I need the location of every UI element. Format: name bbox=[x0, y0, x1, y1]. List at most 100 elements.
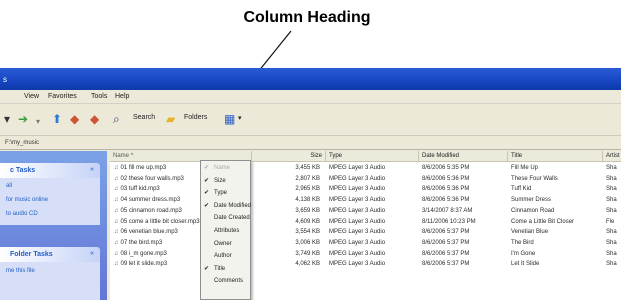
column-header-title[interactable]: Title bbox=[508, 151, 603, 162]
cell-artist: Sha bbox=[606, 186, 617, 193]
annotation-title: Column Heading bbox=[243, 9, 371, 26]
column-header-artist[interactable]: Artist bbox=[603, 151, 621, 162]
cell-type: MPEG Layer 3 Audio bbox=[329, 229, 386, 236]
folder-tasks-header[interactable]: Folder Tasks « bbox=[0, 247, 100, 262]
task-link-shop-music[interactable]: for music online bbox=[6, 197, 48, 203]
folders-button[interactable]: Folders bbox=[184, 114, 207, 121]
cell-artist: Sha bbox=[606, 250, 617, 257]
cell-type: MPEG Layer 3 Audio bbox=[329, 239, 386, 246]
table-row[interactable]: ♫ 02 these four walls.mp3 2,807 KB MPEG Lay… bbox=[110, 174, 621, 184]
views-icon[interactable]: ▦ bbox=[224, 112, 235, 126]
cell-date: 8/11/2006 10:23 PM bbox=[422, 218, 476, 225]
column-header-date-modified[interactable]: Date Modified bbox=[419, 151, 508, 162]
cell-type: MPEG Layer 3 Audio bbox=[329, 207, 386, 214]
column-header-type[interactable]: Type bbox=[326, 151, 419, 162]
table-row[interactable]: ♫ 08 i_m gone.mp3 3,749 KB MPEG Layer 3 Aud… bbox=[110, 249, 621, 259]
address-field[interactable]: F:\my_music bbox=[5, 140, 39, 146]
table-row[interactable]: ♫ 01 fill me up.mp3 3,455 KB MPEG Layer 3 A… bbox=[110, 163, 621, 173]
cell-size: 3,554 KB bbox=[295, 229, 320, 236]
table-row[interactable]: ♫ 04 summer dress.mp3 4,138 KB MPEG Layer 3… bbox=[110, 195, 621, 205]
menu-item-attributes[interactable]: Attributes bbox=[201, 226, 250, 237]
collapse-chevron-icon[interactable]: « bbox=[90, 250, 94, 257]
menu-item-type[interactable]: ✔ Type bbox=[201, 188, 250, 199]
search-button[interactable]: Search bbox=[133, 114, 155, 121]
menu-item-date-modified[interactable]: ✔ Date Modified bbox=[201, 201, 251, 212]
cell-title: Come a Little Bit Closer bbox=[511, 218, 575, 225]
cell-title: Summer Dress bbox=[511, 197, 552, 204]
cell-type: MPEG Layer 3 Audio bbox=[329, 250, 386, 257]
folders-icon[interactable]: ▰ bbox=[166, 112, 175, 126]
cell-type: MPEG Layer 3 Audio bbox=[329, 175, 386, 182]
column-header-size[interactable]: Size bbox=[252, 151, 326, 162]
folder-tasks-body: me this file bbox=[0, 262, 100, 300]
table-row[interactable]: ♫ 06 venetian blue.mp3 3,554 KB MPEG Layer … bbox=[110, 227, 621, 237]
cell-size: 4,062 KB bbox=[295, 261, 320, 268]
cell-artist: Sha bbox=[606, 229, 617, 236]
tool-icon-1[interactable]: ◆ bbox=[70, 112, 79, 126]
back-dropdown-icon[interactable]: ▾ bbox=[4, 112, 10, 126]
menu-item-owner[interactable]: Owner bbox=[201, 239, 250, 250]
menu-item-author[interactable]: Author bbox=[201, 251, 250, 262]
menu-item-label: Attributes bbox=[214, 228, 240, 234]
audio-file-icon: ♫ bbox=[114, 197, 119, 204]
table-row[interactable]: ♫ 03 tuff kid.mp3 2,965 KB MPEG Layer 3 Aud… bbox=[110, 184, 621, 194]
collapse-chevron-icon[interactable]: « bbox=[90, 166, 94, 173]
menu-favorites[interactable]: Favorites bbox=[48, 93, 77, 100]
cell-date: 3/14/2007 8:37 AM bbox=[422, 207, 473, 214]
table-row[interactable]: ♫ 05 come a little bit closer.mp3 4,609 KB… bbox=[110, 217, 621, 227]
menu-item-label: Author bbox=[214, 253, 232, 260]
cell-date: 8/6/2006 5:37 PM bbox=[422, 250, 470, 257]
cell-date: 8/6/2006 5:37 PM bbox=[422, 261, 470, 268]
menu-item-name[interactable]: ✔ Name bbox=[201, 163, 250, 174]
table-row[interactable]: ♫ 05 cinnamon road.mp3 3,659 KB MPEG Layer … bbox=[110, 206, 621, 216]
menu-item-label: Owner bbox=[214, 240, 232, 247]
cell-size: 4,609 KB bbox=[295, 218, 320, 225]
menu-view[interactable]: View bbox=[24, 93, 39, 100]
table-row[interactable]: ♫ 07 the bird.mp3 3,006 KB MPEG Layer 3 Aud… bbox=[110, 238, 621, 248]
forward-dropdown-icon[interactable]: ▾ bbox=[36, 115, 40, 129]
music-tasks-header[interactable]: c Tasks « bbox=[0, 163, 100, 178]
search-icon[interactable]: ⌕ bbox=[113, 112, 120, 126]
menu-item-title[interactable]: ✔ Title bbox=[201, 264, 250, 275]
menu-item-comments[interactable]: Comments bbox=[201, 276, 250, 287]
cell-type: MPEG Layer 3 Audio bbox=[329, 197, 386, 204]
menu-help[interactable]: Help bbox=[115, 93, 129, 100]
task-link-rename[interactable]: me this file bbox=[6, 268, 35, 274]
up-folder-icon[interactable]: ⬆ bbox=[52, 112, 62, 126]
cell-size: 3,749 KB bbox=[295, 250, 320, 257]
checkmark-icon: ✔ bbox=[204, 165, 210, 171]
cell-title: Venetian Blue bbox=[511, 229, 549, 236]
cell-artist: Sha bbox=[606, 175, 617, 182]
audio-file-icon: ♫ bbox=[114, 261, 119, 268]
menu-item-size[interactable]: ✔ Size bbox=[201, 176, 250, 187]
cell-date: 8/6/2006 5:36 PM bbox=[422, 197, 470, 204]
cell-date: 8/6/2006 5:35 PM bbox=[422, 165, 470, 171]
toolbar: ▾ ➔ ▾ ⬆ ◆ ◆ ⌕ Search ▰ Folders ▦ ▾ bbox=[0, 104, 621, 136]
menu-item-date-created[interactable]: Date Created bbox=[201, 213, 250, 224]
views-dropdown-icon[interactable]: ▾ bbox=[238, 114, 242, 122]
cell-title: Fill Me Up bbox=[511, 165, 539, 171]
audio-file-icon: ♫ bbox=[114, 186, 119, 193]
task-link-copy-cd[interactable]: to audio CD bbox=[6, 211, 38, 217]
cell-title: Let It Slide bbox=[511, 261, 540, 268]
audio-file-icon: ♫ bbox=[114, 207, 119, 214]
forward-icon[interactable]: ➔ bbox=[18, 112, 28, 126]
cell-title: I'm Gone bbox=[511, 250, 536, 257]
task-link-play-all[interactable]: all bbox=[6, 183, 12, 189]
explorer-window: s View Favorites Tools Help ▾ ➔ ▾ ⬆ ◆ ◆ … bbox=[0, 68, 621, 300]
menu-item-label: Name bbox=[214, 165, 231, 171]
checkmark-icon: ✔ bbox=[204, 202, 210, 209]
cell-size: 2,807 KB bbox=[295, 175, 320, 182]
cell-artist: Sha bbox=[606, 239, 617, 246]
menu-item-label: Size bbox=[214, 177, 226, 184]
tool-icon-2[interactable]: ◆ bbox=[90, 112, 99, 126]
audio-file-icon: ♫ bbox=[114, 165, 119, 171]
address-bar[interactable]: F:\my_music bbox=[0, 137, 621, 150]
table-row[interactable]: ♫ 09 let it slide.mp3 4,062 KB MPEG Layer 3… bbox=[110, 259, 621, 269]
cell-date: 8/6/2006 5:37 PM bbox=[422, 239, 470, 246]
cell-date: 8/6/2006 5:37 PM bbox=[422, 229, 470, 236]
cell-type: MPEG Layer 3 Audio bbox=[329, 186, 386, 193]
cell-artist: Sha bbox=[606, 261, 617, 268]
cell-artist: Sha bbox=[606, 165, 617, 171]
menu-tools[interactable]: Tools bbox=[91, 93, 107, 100]
